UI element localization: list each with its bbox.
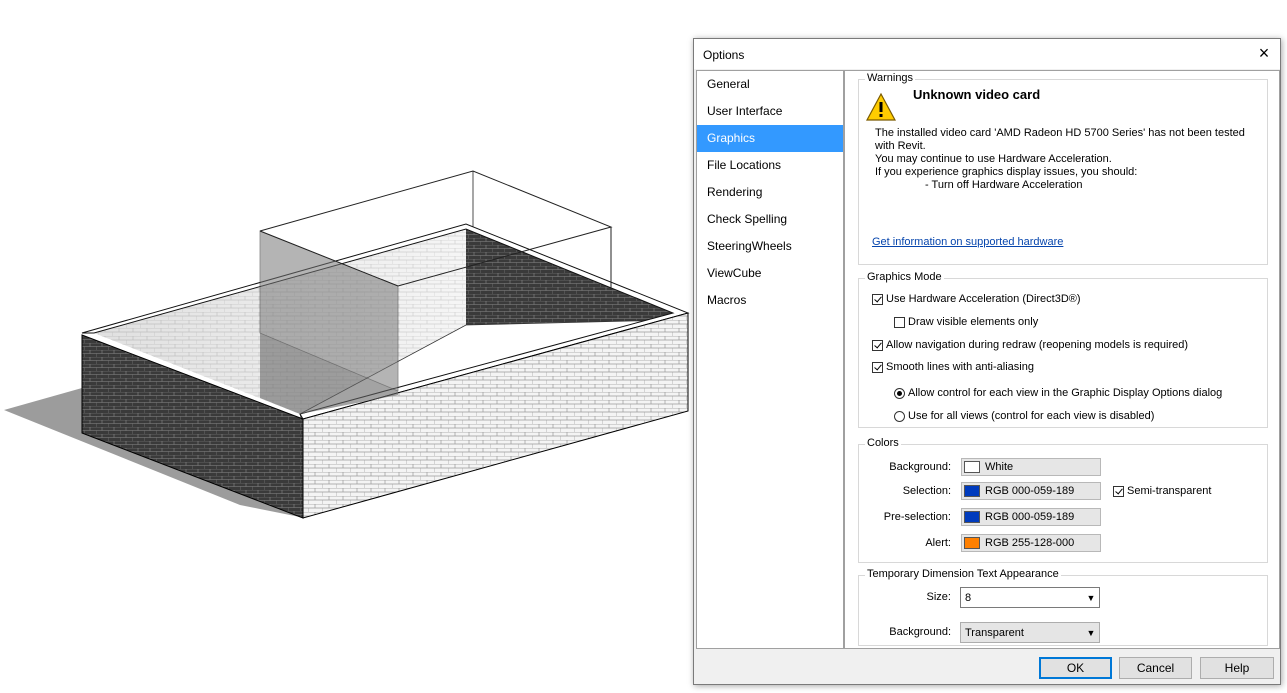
- dialog-title: Options: [703, 48, 745, 62]
- nav-item-graphics[interactable]: Graphics: [697, 125, 843, 152]
- close-icon[interactable]: ×: [1254, 43, 1274, 63]
- nav-item-general[interactable]: General: [697, 71, 843, 98]
- checkbox-label: Smooth lines with anti-aliasing: [886, 361, 1034, 373]
- warning-line: The installed video card 'AMD Radeon HD …: [875, 127, 1245, 139]
- use-all-views-radio[interactable]: Use for all views (control for each view…: [894, 410, 1154, 422]
- color-swatch: [964, 511, 980, 523]
- colors-group-title: Colors: [865, 437, 901, 449]
- text-background-dropdown[interactable]: Transparent ▼: [960, 622, 1100, 643]
- warning-line: If you experience graphics display issue…: [875, 166, 1138, 178]
- title-bar: Options ×: [694, 39, 1280, 69]
- warning-line: You may continue to use Hardware Acceler…: [875, 153, 1112, 165]
- color-value: RGB 255-128-000: [985, 537, 1075, 549]
- background-color-label: Background:: [889, 461, 951, 473]
- warning-title: Unknown video card: [913, 87, 1041, 102]
- checkbox-box[interactable]: [872, 361, 883, 373]
- checkbox-label: Use Hardware Acceleration (Direct3D®): [886, 293, 1081, 305]
- options-nav-list: General User Interface Graphics File Loc…: [696, 70, 844, 649]
- radio-dot[interactable]: [894, 387, 905, 399]
- hardware-acceleration-checkbox[interactable]: Use Hardware Acceleration (Direct3D®): [872, 293, 1081, 305]
- selection-color-label: Selection:: [902, 485, 951, 497]
- checkbox-box[interactable]: [872, 293, 883, 305]
- checkbox-box[interactable]: [1113, 485, 1124, 497]
- preselection-color-field[interactable]: RGB 000-059-189: [961, 508, 1101, 526]
- color-swatch: [964, 485, 980, 497]
- semi-transparent-checkbox[interactable]: Semi-transparent: [1113, 485, 1211, 497]
- warning-message: The installed video card 'AMD Radeon HD …: [875, 127, 1245, 192]
- radio-dot[interactable]: [894, 410, 905, 422]
- color-value: RGB 000-059-189: [985, 485, 1075, 497]
- warning-line: - Turn off Hardware Acceleration: [925, 179, 1083, 191]
- draw-visible-elements-checkbox[interactable]: Draw visible elements only: [894, 316, 1038, 328]
- nav-item-file-locations[interactable]: File Locations: [697, 152, 843, 179]
- graphics-mode-group: Graphics Mode Use Hardware Acceleration …: [858, 271, 1268, 428]
- colors-group: Colors Background: White Selection: RGB …: [858, 437, 1268, 563]
- graphics-panel: Warnings Unknown video card The installe…: [844, 70, 1280, 649]
- selection-color-field[interactable]: RGB 000-059-189: [961, 482, 1101, 500]
- text-background-value: Transparent: [965, 626, 1024, 639]
- nav-item-macros[interactable]: Macros: [697, 287, 843, 314]
- color-value: White: [985, 461, 1014, 473]
- supported-hardware-link[interactable]: Get information on supported hardware: [872, 236, 1063, 248]
- help-button[interactable]: Help: [1200, 657, 1274, 679]
- inner-back-wall-right: [466, 229, 673, 325]
- checkbox-label: Draw visible elements only: [908, 316, 1039, 328]
- graphics-mode-group-title: Graphics Mode: [865, 271, 944, 283]
- warning-line: with Revit.: [875, 140, 926, 152]
- warnings-group: Warnings Unknown video card The installe…: [858, 72, 1268, 265]
- warning-icon: [865, 92, 897, 121]
- alert-color-field[interactable]: RGB 255-128-000: [961, 534, 1101, 552]
- radio-label: Use for all views (control for each view…: [908, 410, 1155, 422]
- background-color-field[interactable]: White: [961, 458, 1101, 476]
- alert-color-label: Alert:: [925, 537, 951, 549]
- ok-button[interactable]: OK: [1039, 657, 1112, 679]
- checkbox-label: Allow navigation during redraw (reopenin…: [886, 339, 1189, 351]
- nav-item-viewcube[interactable]: ViewCube: [697, 260, 843, 287]
- allow-control-radio[interactable]: Allow control for each view in the Graph…: [894, 387, 1222, 399]
- allow-navigation-checkbox[interactable]: Allow navigation during redraw (reopenin…: [872, 339, 1188, 351]
- color-swatch: [964, 537, 980, 549]
- text-background-label: Background:: [889, 626, 951, 638]
- warnings-group-title: Warnings: [865, 72, 916, 84]
- size-value: 8: [965, 591, 972, 604]
- smooth-lines-checkbox[interactable]: Smooth lines with anti-aliasing: [872, 361, 1034, 373]
- nav-item-user-interface[interactable]: User Interface: [697, 98, 843, 125]
- temp-dimension-group-title: Temporary Dimension Text Appearance: [865, 568, 1061, 580]
- chevron-down-icon: ▼: [1086, 592, 1096, 603]
- radio-label: Allow control for each view in the Graph…: [908, 387, 1223, 399]
- nav-item-check-spelling[interactable]: Check Spelling: [697, 206, 843, 233]
- cancel-button[interactable]: Cancel: [1119, 657, 1192, 679]
- checkbox-label: Semi-transparent: [1127, 485, 1212, 497]
- color-value: RGB 000-059-189: [985, 511, 1075, 523]
- chevron-down-icon: ▼: [1086, 627, 1096, 638]
- options-dialog: Options × General User Interface Graphic…: [693, 38, 1281, 685]
- preselection-color-label: Pre-selection:: [883, 511, 951, 523]
- checkbox-box[interactable]: [894, 316, 905, 328]
- model-viewport[interactable]: [0, 0, 693, 693]
- size-label: Size:: [926, 591, 951, 603]
- size-dropdown[interactable]: 8 ▼: [960, 587, 1100, 608]
- checkbox-box[interactable]: [872, 339, 883, 351]
- wall-model[interactable]: [4, 170, 690, 519]
- nav-item-steeringwheels[interactable]: SteeringWheels: [697, 233, 843, 260]
- temp-dimension-group: Temporary Dimension Text Appearance Size…: [858, 568, 1268, 646]
- color-swatch: [964, 461, 980, 473]
- nav-item-rendering[interactable]: Rendering: [697, 179, 843, 206]
